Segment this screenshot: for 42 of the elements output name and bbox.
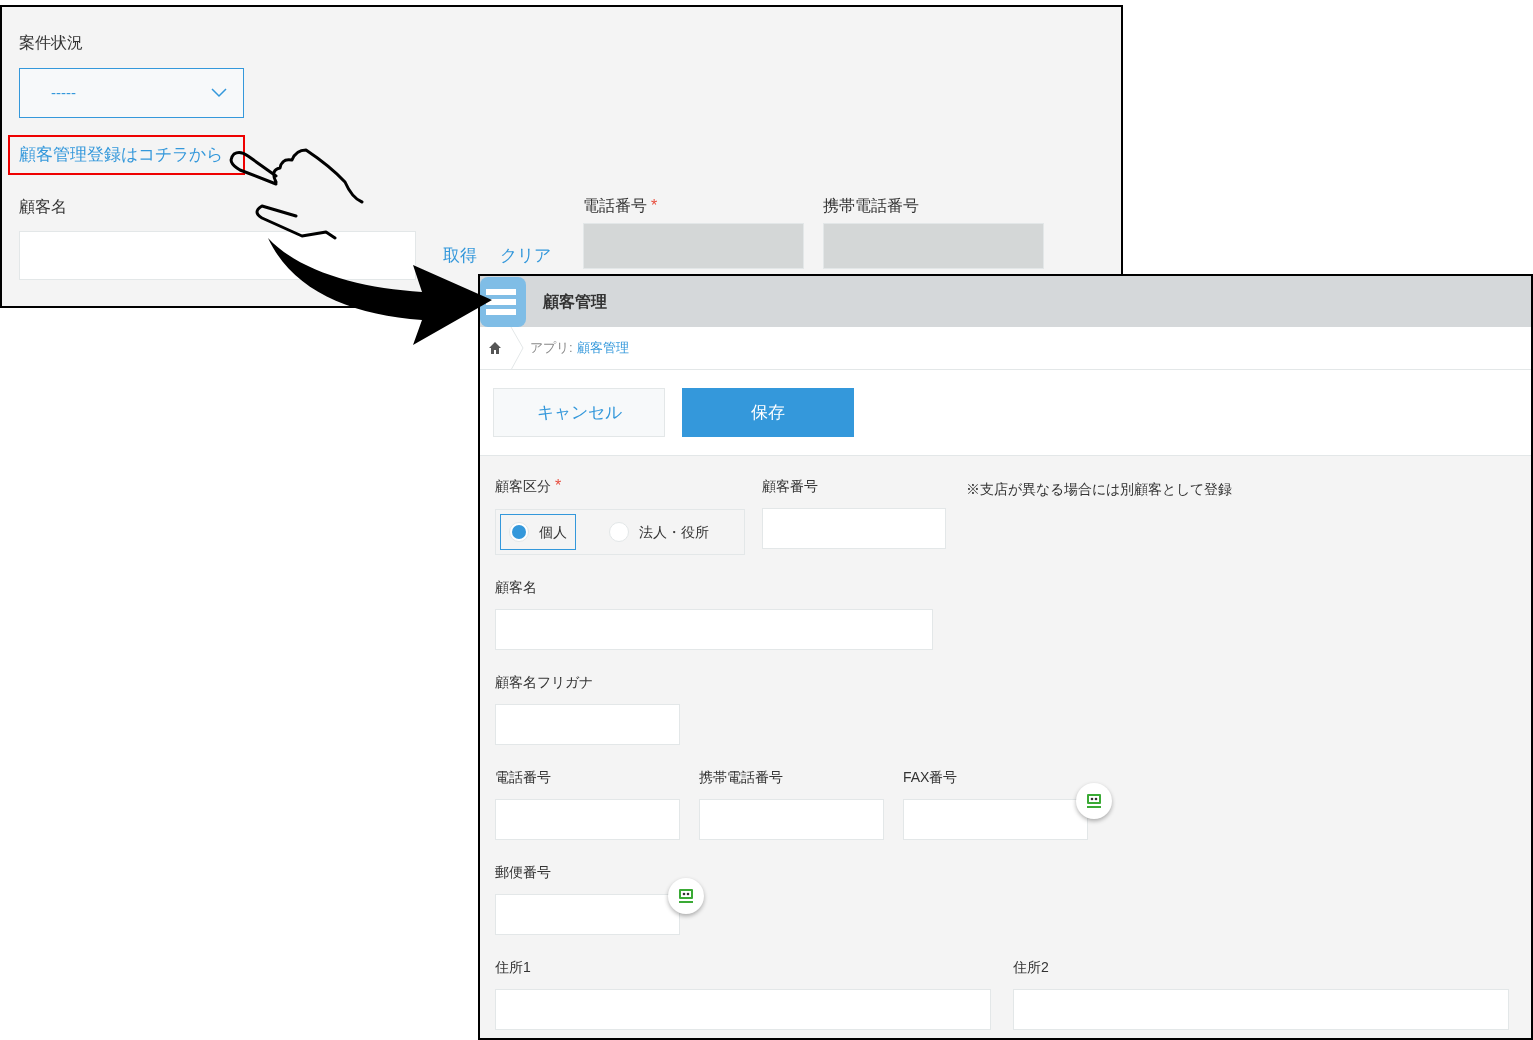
cancel-button[interactable]: キャンセル (493, 388, 665, 437)
breadcrumb-label: アプリ: (530, 339, 573, 358)
text-field[interactable] (699, 799, 884, 840)
note-text: ※支店が異なる場合には別顧客として登録 (966, 481, 1232, 497)
lookup-badge-icon[interactable] (668, 878, 704, 914)
field-label: 住所2 (1013, 957, 1049, 977)
field-label: 顧客名フリガナ (495, 672, 593, 692)
text-field[interactable] (19, 231, 416, 280)
text-field[interactable] (495, 894, 680, 935)
text-field[interactable] (495, 704, 680, 745)
field-label: 顧客名 (495, 577, 537, 597)
text-field[interactable] (1013, 989, 1509, 1030)
lookup-link[interactable]: 取得 (443, 242, 477, 269)
radio-option[interactable]: 個人 (500, 514, 576, 550)
field-label: 郵便番号 (495, 862, 551, 882)
field-label: 顧客名 (19, 197, 67, 217)
register-link[interactable]: 顧客管理登録はコチラから (19, 142, 223, 168)
field-label: 住所1 (495, 957, 531, 977)
radio-option[interactable]: 法人・役所 (600, 514, 718, 550)
chevron-down-icon (211, 88, 227, 98)
text-field[interactable] (762, 508, 946, 549)
field-label: 電話番号 (495, 767, 551, 787)
text-field[interactable] (495, 799, 680, 840)
field-label: 案件状況 (19, 33, 83, 53)
field-label: 顧客番号 (762, 476, 818, 496)
lookup-link[interactable]: クリア (500, 242, 551, 269)
status-dropdown[interactable]: ----- (19, 68, 244, 118)
field-label: 顧客区分 (495, 476, 551, 496)
field-label: FAX番号 (903, 767, 958, 787)
required-mark: * (651, 196, 658, 216)
save-button[interactable]: 保存 (682, 388, 854, 437)
field-label: 携帯電話番号 (823, 196, 919, 216)
breadcrumb-link[interactable]: 顧客管理 (576, 338, 629, 358)
required-mark: * (555, 476, 562, 496)
field-label: 携帯電話番号 (699, 767, 783, 787)
field-label: 電話番号 (583, 196, 647, 216)
home-icon[interactable] (488, 341, 502, 355)
app-title: 顧客管理 (543, 291, 607, 312)
text-field[interactable] (495, 989, 991, 1030)
text-field[interactable] (903, 799, 1088, 840)
lookup-badge-icon[interactable] (1076, 783, 1112, 819)
text-field[interactable] (495, 609, 933, 650)
